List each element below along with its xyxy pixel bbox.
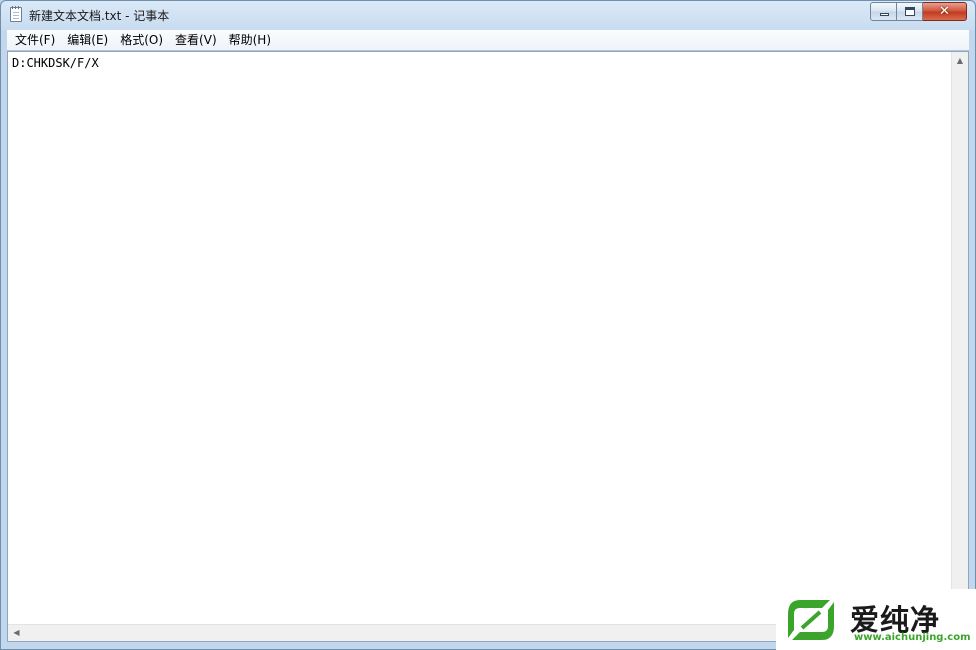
maximize-button[interactable] [897,2,923,21]
menu-help[interactable]: 帮助(H) [223,31,277,49]
caption-buttons: ✕ [870,2,967,21]
notepad-icon[interactable] [10,6,22,22]
maximize-icon [905,7,915,16]
vertical-scrollbar[interactable]: ▲ [951,52,968,625]
menu-bar: 文件(F) 编辑(E) 格式(O) 查看(V) 帮助(H) [7,30,969,51]
menu-view[interactable]: 查看(V) [169,31,223,49]
watermark-url: www.aichunjing.com [854,632,971,643]
menu-edit[interactable]: 编辑(E) [61,31,114,49]
notepad-window: 新建文本文档.txt - 记事本 ✕ 文件(F) 编辑(E) 格式(O) 查看(… [0,0,976,650]
scroll-left-arrow-icon[interactable]: ◀ [8,625,25,641]
close-icon: ✕ [939,4,950,19]
menu-file[interactable]: 文件(F) [7,31,61,49]
title-bar[interactable]: 新建文本文档.txt - 记事本 ✕ [1,1,975,29]
document-text[interactable]: D:CHKDSK/F/X [12,56,99,70]
close-button[interactable]: ✕ [923,2,967,21]
minimize-icon [880,13,889,16]
scroll-up-arrow-icon[interactable]: ▲ [952,52,968,69]
window-title: 新建文本文档.txt - 记事本 [29,9,170,23]
watermark-logo-icon [788,600,834,640]
menu-format[interactable]: 格式(O) [114,31,169,49]
text-editor-area[interactable]: D:CHKDSK/F/X ▲ ◀ [7,51,969,642]
watermark: 爱纯净 www.aichunjing.com [776,589,976,650]
minimize-button[interactable] [870,2,897,21]
